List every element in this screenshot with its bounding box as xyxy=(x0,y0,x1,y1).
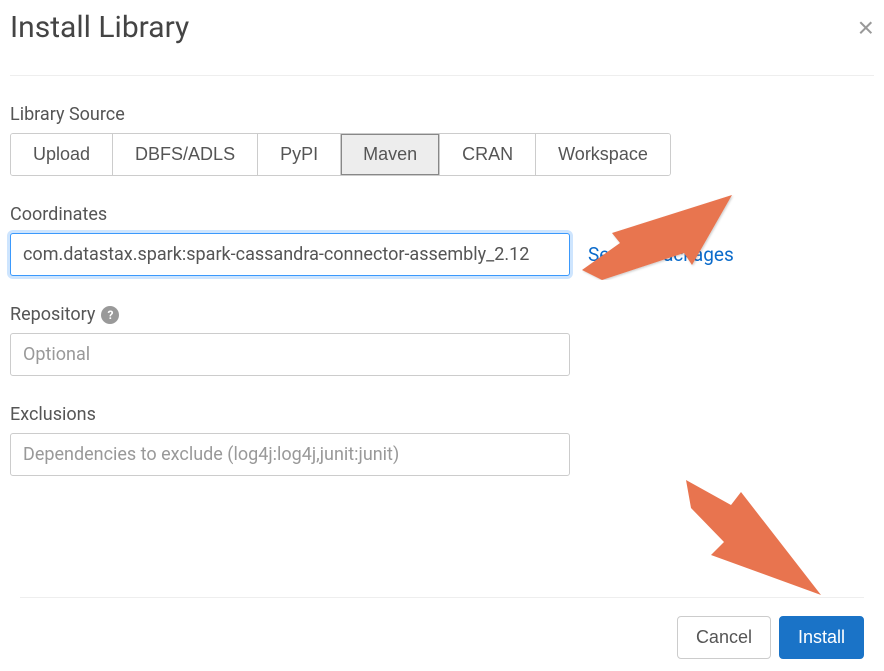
library-source-label: Library Source xyxy=(10,104,874,125)
tab-workspace[interactable]: Workspace xyxy=(536,134,670,175)
annotation-arrow-icon xyxy=(686,480,826,600)
tab-maven[interactable]: Maven xyxy=(341,134,440,175)
repository-label: Repository ? xyxy=(10,304,874,325)
coordinates-input[interactable] xyxy=(10,233,570,276)
modal-header: Install Library × xyxy=(10,10,874,76)
close-icon[interactable]: × xyxy=(858,14,874,42)
source-tabs: Upload DBFS/ADLS PyPI Maven CRAN Workspa… xyxy=(10,133,671,176)
install-button[interactable]: Install xyxy=(779,616,864,659)
library-source-section: Library Source Upload DBFS/ADLS PyPI Mav… xyxy=(10,76,874,176)
exclusions-label: Exclusions xyxy=(10,404,874,425)
repository-section: Repository ? xyxy=(10,276,874,376)
cancel-button[interactable]: Cancel xyxy=(677,616,771,659)
tab-pypi[interactable]: PyPI xyxy=(258,134,341,175)
help-icon[interactable]: ? xyxy=(101,306,119,324)
search-packages-link[interactable]: Search Packages xyxy=(588,243,734,266)
coordinates-section: Coordinates Search Packages xyxy=(10,176,874,276)
coordinates-label: Coordinates xyxy=(10,204,874,225)
repository-label-text: Repository xyxy=(10,304,95,325)
modal-footer: Cancel Install xyxy=(20,597,864,659)
page-title: Install Library xyxy=(10,10,189,45)
exclusions-input[interactable] xyxy=(10,433,570,476)
tab-upload[interactable]: Upload xyxy=(11,134,113,175)
repository-input[interactable] xyxy=(10,333,570,376)
tab-dbfs-adls[interactable]: DBFS/ADLS xyxy=(113,134,258,175)
exclusions-section: Exclusions xyxy=(10,376,874,476)
tab-cran[interactable]: CRAN xyxy=(440,134,536,175)
